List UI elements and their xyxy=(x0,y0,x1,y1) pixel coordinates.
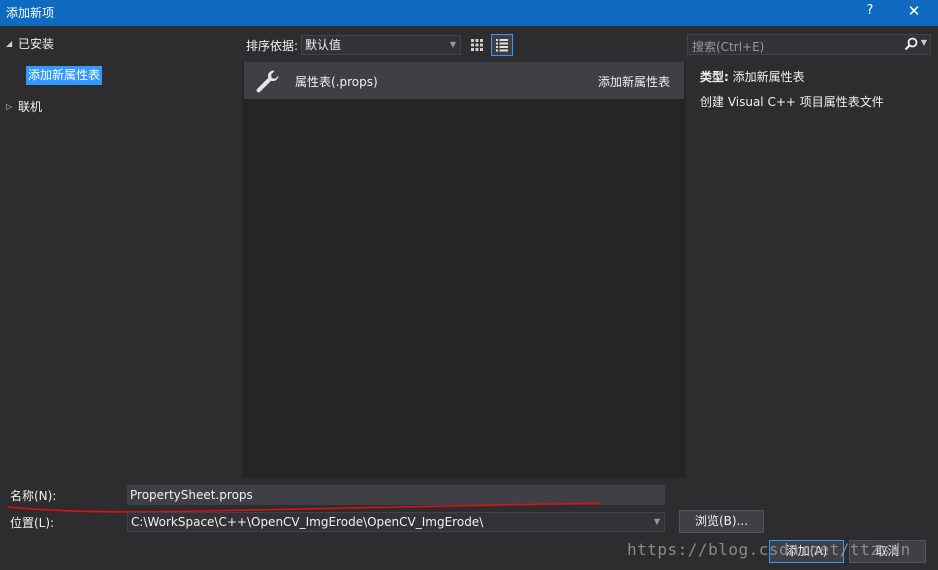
template-category: 添加新属性表 xyxy=(597,75,670,89)
grid-view-button[interactable] xyxy=(466,34,488,56)
sort-dropdown[interactable]: 默认值 ▼ xyxy=(301,35,461,55)
window-title: 添加新项 xyxy=(6,6,55,20)
tree-item-label: 已安装 xyxy=(18,36,55,51)
collapsed-arrow-icon[interactable]: ▷ xyxy=(6,102,18,111)
search-box[interactable]: 搜索(Ctrl+E) ▼ xyxy=(687,34,931,55)
location-dropdown[interactable]: C:\WorkSpace\C++\OpenCV_ImgErode\OpenCV_… xyxy=(127,512,665,532)
chevron-down-icon: ▼ xyxy=(449,40,456,49)
category-tree: ◢ 已安装 添加新属性表 ▷ 联机 xyxy=(0,26,241,478)
chevron-down-icon: ▼ xyxy=(653,517,660,526)
type-value: 添加新属性表 xyxy=(732,70,805,84)
location-value: C:\WorkSpace\C++\OpenCV_ImgErode\OpenCV_… xyxy=(131,515,484,529)
expanded-arrow-icon[interactable]: ◢ xyxy=(6,39,18,48)
chevron-down-icon[interactable]: ▼ xyxy=(921,38,927,47)
bottom-form: 名称(N): PropertySheet.props 位置(L): C:\Wor… xyxy=(0,478,938,570)
list-view-button[interactable] xyxy=(491,34,513,56)
list-view-icon xyxy=(496,39,508,52)
sort-label: 排序依据: xyxy=(246,39,299,53)
tree-item-online[interactable]: ▷ 联机 xyxy=(6,97,42,115)
sort-value: 默认值 xyxy=(305,38,342,52)
location-label: 位置(L): xyxy=(10,516,55,530)
detail-type: 类型: 添加新属性表 xyxy=(700,68,805,85)
template-name: 属性表(.props) xyxy=(295,75,378,89)
detail-description: 创建 Visual C++ 项目属性表文件 xyxy=(700,95,884,109)
grid-view-icon xyxy=(471,39,483,51)
tree-item-label: 联机 xyxy=(18,99,43,114)
browse-button[interactable]: 浏览(B)... xyxy=(679,510,764,533)
close-button[interactable]: ✕ xyxy=(904,2,924,20)
tree-item-installed[interactable]: ◢ 已安装 xyxy=(6,34,54,52)
wrench-icon xyxy=(254,68,280,97)
list-item[interactable]: 属性表(.props) 添加新属性表 xyxy=(244,62,684,99)
sort-bar: 排序依据: 默认值 ▼ xyxy=(241,30,687,60)
watermark: https://blog.csdn.net/ttzsdn xyxy=(627,540,911,559)
help-button[interactable]: ? xyxy=(860,3,880,18)
type-label: 类型: xyxy=(700,70,729,84)
tree-item-add-property-sheet[interactable]: 添加新属性表 xyxy=(26,66,103,85)
title-bar: 添加新项 ? ✕ xyxy=(0,0,938,26)
template-list: 属性表(.props) 添加新属性表 xyxy=(242,62,686,478)
search-icon[interactable] xyxy=(904,37,918,54)
search-placeholder: 搜索(Ctrl+E) xyxy=(692,40,765,54)
